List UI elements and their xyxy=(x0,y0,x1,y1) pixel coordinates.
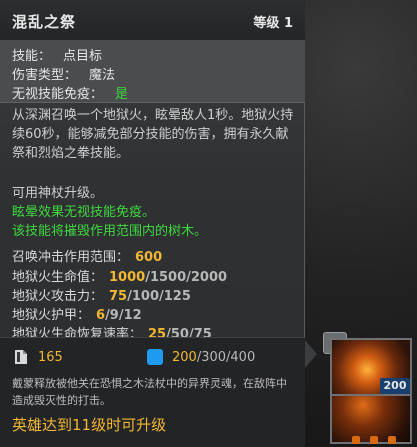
scepter-effect-2: 该技能将摧毁作用范围内的树木。 xyxy=(12,224,208,239)
damage-type-label: 伤害类型： xyxy=(12,68,78,83)
stat-rest: /1500/2000 xyxy=(145,270,228,285)
level-pip-icon xyxy=(370,436,378,444)
ability-level: 等级 1 xyxy=(253,12,293,31)
mana-cost: 200/300/400 xyxy=(172,350,255,365)
immunity-label: 无视技能免疫： xyxy=(12,87,104,102)
scepter-note: 可用神杖升级。 xyxy=(12,186,104,201)
cooldown-icon xyxy=(15,350,27,364)
ability-tooltip: 混乱之祭 等级 1 技能： 点目标 伤害类型： 魔法 无视技能免疫： 是 从深渊召唤一… xyxy=(0,0,305,447)
damage-type-value: 魔法 xyxy=(89,68,116,83)
mana-cost-badge: 200 xyxy=(380,378,410,394)
stat-row: 地狱火生命值： 1000/1500/2000 xyxy=(12,266,227,285)
stat-current: 6 xyxy=(96,308,106,323)
level-value: 1 xyxy=(283,16,293,31)
upgrade-requirement: 英雄达到11级时可升级 xyxy=(12,416,167,434)
skill-type-label: 技能： xyxy=(12,49,52,64)
stat-current: 1000 xyxy=(109,270,146,285)
skill-type-row: 技能： 点目标 xyxy=(12,45,102,64)
immunity-value: 是 xyxy=(115,87,129,102)
mana-cost-current: 200 xyxy=(172,350,197,365)
tooltip-header: 混乱之祭 等级 1 xyxy=(0,0,305,41)
ability-name: 混乱之祭 xyxy=(12,13,77,31)
tooltip-pointer xyxy=(305,340,317,368)
cooldown-value: 165 xyxy=(38,350,63,365)
immunity-row: 无视技能免疫： 是 xyxy=(12,83,128,102)
stat-label: 地狱火护甲： xyxy=(12,308,91,323)
mana-icon xyxy=(147,349,163,365)
skill-type-value: 点目标 xyxy=(63,49,103,64)
ability-lore: 戴蒙释放被他关在恐惧之木法杖中的异界灵魂，在敌阵中造成毁灭性的打击。 xyxy=(12,377,287,407)
damage-type-row: 伤害类型： 魔法 xyxy=(12,64,115,83)
ability-info: 技能： 点目标 伤害类型： 魔法 无视技能免疫： 是 xyxy=(0,40,305,103)
stat-label: 地狱火生命值： xyxy=(12,270,104,285)
stat-row: 地狱火攻击力： 75/100/125 xyxy=(12,285,191,304)
level-pip-icon xyxy=(388,436,396,444)
scepter-effect-1: 眩晕效果无视技能免疫。 xyxy=(12,205,156,220)
stat-row: 召唤冲击作用范围： 600 xyxy=(12,246,162,265)
level-label: 等级 xyxy=(253,16,280,31)
ability-description: 从深渊召唤一个地狱火，眩晕敌人1秒。地狱火持续60秒，能够减免部分技能的伤害，拥… xyxy=(12,108,294,161)
stat-label: 召唤冲击作用范围： xyxy=(12,250,130,265)
mana-cost-rest: /300/400 xyxy=(196,350,256,365)
stat-rest: /9/12 xyxy=(105,308,142,323)
stat-current: 75 xyxy=(109,289,128,304)
stat-label: 地狱火攻击力： xyxy=(12,289,104,304)
stat-current: 600 xyxy=(135,250,163,265)
stat-row: 地狱火护甲： 6/9/12 xyxy=(12,304,142,323)
level-pip-icon xyxy=(352,436,360,444)
stat-rest: /100/125 xyxy=(127,289,191,304)
